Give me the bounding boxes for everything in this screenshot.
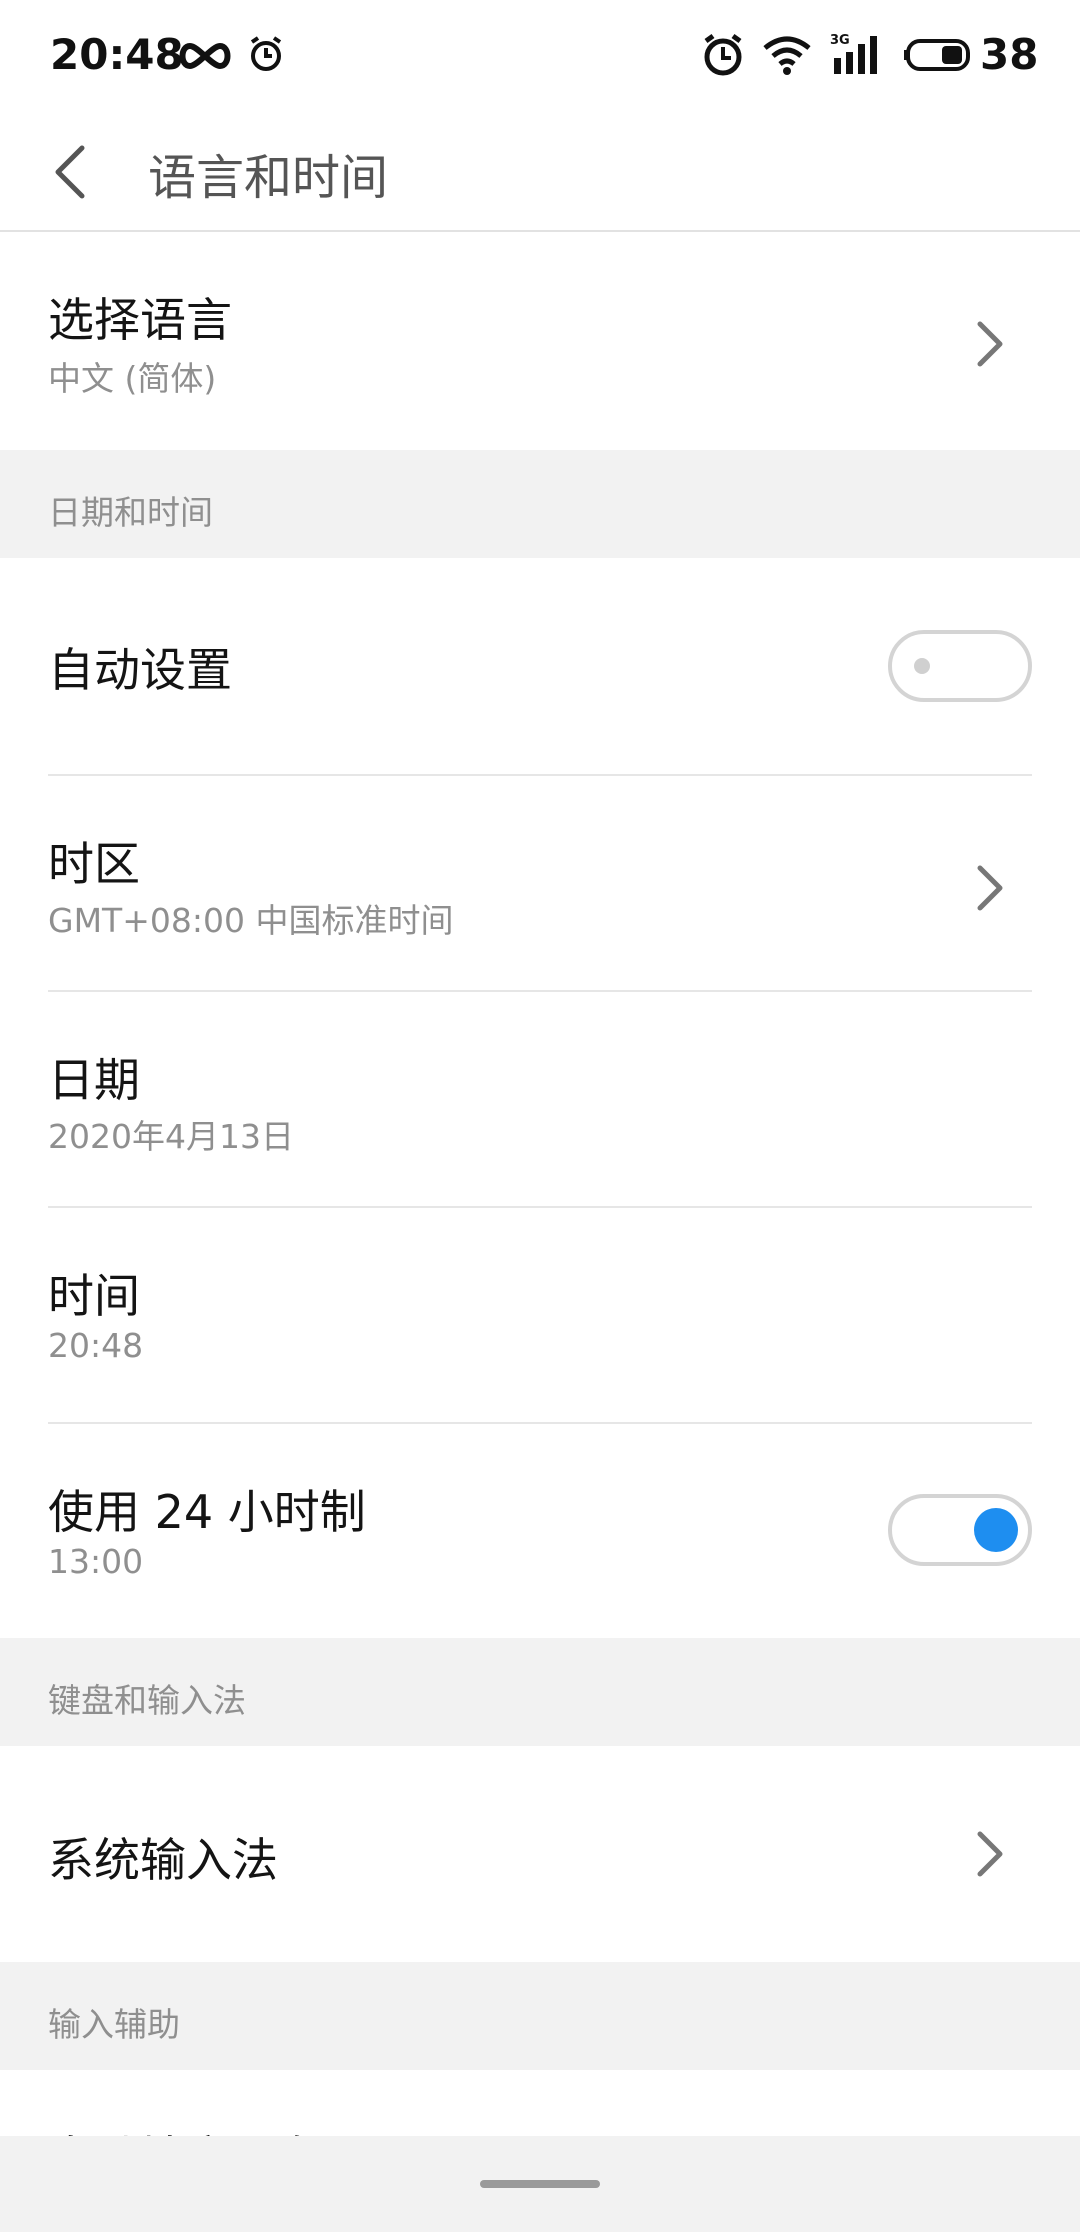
battery-icon — [904, 39, 970, 71]
section-header-keyboard: 键盘和输入法 — [0, 1638, 1080, 1746]
signal-3g-icon: 3G — [830, 33, 877, 74]
select-language-row[interactable]: 选择语言 中文 (简体) — [0, 234, 1080, 450]
navigation-bar — [0, 2136, 1080, 2232]
section-label-keyboard: 键盘和输入法 — [48, 1681, 246, 1720]
svg-text:3G: 3G — [830, 33, 850, 48]
page-title: 语言和时间 — [148, 150, 389, 206]
section-header-assist: 输入辅助 — [0, 1962, 1080, 2070]
auto-set-toggle[interactable] — [888, 630, 1032, 702]
home-indicator[interactable] — [480, 2180, 600, 2188]
use-24-hour-example: 13:00 — [48, 1542, 144, 1581]
status-time: 20:48 — [50, 30, 184, 79]
chevron-right-icon — [977, 1831, 1003, 1877]
wifi-icon — [763, 36, 811, 75]
system-ime-title: 系统输入法 — [48, 1833, 278, 1887]
time-value: 20:48 — [48, 1326, 144, 1365]
date-row[interactable]: 日期 2020年4月13日 — [0, 992, 1080, 1208]
use-24-hour-row[interactable]: 使用 24 小时制 13:00 — [0, 1424, 1080, 1638]
toggle-knob — [974, 1508, 1018, 1552]
use-24-hour-toggle[interactable] — [888, 1494, 1032, 1566]
section-header-datetime: 日期和时间 — [0, 450, 1080, 558]
status-bar: 20:48 3G 38 — [0, 0, 1080, 112]
timezone-row[interactable]: 时区 GMT+08:00 中国标准时间 — [0, 776, 1080, 992]
auto-set-row[interactable]: 自动设置 — [0, 558, 1080, 776]
alarm-clock-icon — [250, 36, 282, 71]
alarm-icon — [704, 33, 742, 76]
back-arrow-icon — [55, 145, 85, 199]
chevron-right-icon — [977, 865, 1003, 911]
time-title: 时间 — [48, 1269, 140, 1323]
app-header: 语言和时间 — [0, 112, 1080, 232]
timezone-title: 时区 — [48, 837, 140, 891]
autofill-service-title: 自动填充服务 — [48, 2122, 324, 2136]
section-label-datetime: 日期和时间 — [48, 493, 213, 532]
infinity-icon — [179, 42, 231, 70]
date-value: 2020年4月13日 — [48, 1117, 294, 1156]
auto-set-title: 自动设置 — [48, 643, 232, 697]
use-24-hour-title: 使用 24 小时制 — [48, 1485, 366, 1539]
section-label-assist: 输入辅助 — [48, 2005, 180, 2044]
select-language-title: 选择语言 — [48, 293, 232, 347]
back-button[interactable] — [30, 132, 110, 212]
chevron-right-icon — [977, 321, 1003, 367]
toggle-knob — [914, 658, 930, 674]
battery-level: 38 — [980, 30, 1039, 79]
date-title: 日期 — [48, 1053, 140, 1107]
time-row[interactable]: 时间 20:48 — [0, 1208, 1080, 1424]
timezone-value: GMT+08:00 中国标准时间 — [48, 901, 454, 940]
autofill-service-row[interactable]: 自动填充服务 — [0, 2070, 1080, 2136]
select-language-value: 中文 (简体) — [48, 359, 217, 398]
system-ime-row[interactable]: 系统输入法 — [0, 1746, 1080, 1962]
